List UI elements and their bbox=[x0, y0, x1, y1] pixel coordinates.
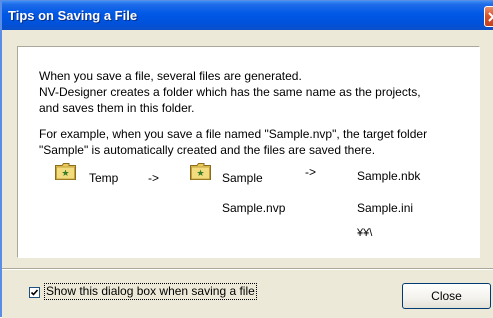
message-panel: When you save a file, several files are … bbox=[17, 46, 480, 258]
message-line-3: and saves them in this folder. bbox=[39, 101, 195, 115]
footer-divider bbox=[2, 268, 493, 270]
title-bar[interactable]: Tips on Saving a File bbox=[2, 1, 493, 30]
file-nvp: Sample.nvp bbox=[222, 201, 286, 215]
show-dialog-checkbox[interactable] bbox=[29, 287, 40, 298]
arrow-temp-to-sample: -> bbox=[148, 171, 160, 185]
message-line-1: When you save a file, several files are … bbox=[39, 69, 302, 83]
message-line-2: NV-Designer creates a folder which has t… bbox=[39, 85, 421, 99]
file-nbk: Sample.nbk bbox=[357, 169, 421, 183]
message-line-5: "Sample" is automatically created and th… bbox=[39, 143, 376, 157]
folder-icon bbox=[55, 163, 76, 180]
file-more: ¥¥\ bbox=[357, 227, 373, 239]
folder-temp-label: Temp bbox=[89, 171, 119, 185]
window-close-button[interactable] bbox=[484, 6, 493, 27]
folder-sample-label: Sample bbox=[222, 171, 263, 185]
close-button[interactable]: Close bbox=[402, 283, 491, 309]
dialog-body: When you save a file, several files are … bbox=[2, 30, 493, 318]
folder-icon bbox=[190, 163, 211, 180]
tips-dialog-window: Tips on Saving a File When you save a fi… bbox=[0, 0, 493, 318]
arrow-sample-to-files: -> bbox=[305, 165, 317, 179]
window-title: Tips on Saving a File bbox=[8, 8, 138, 23]
file-ini: Sample.ini bbox=[357, 201, 414, 215]
message-line-4: For example, when you save a file named … bbox=[39, 127, 428, 141]
show-dialog-checkbox-label[interactable]: Show this dialog box when saving a file bbox=[44, 283, 257, 300]
